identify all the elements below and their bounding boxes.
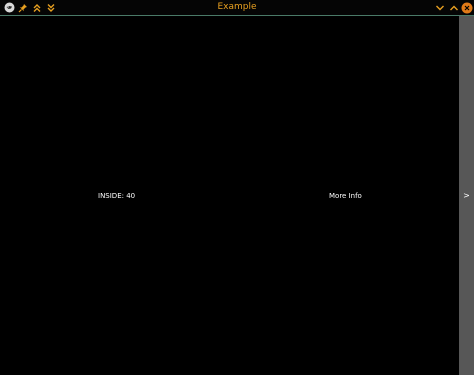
window-title: Example bbox=[217, 2, 257, 12]
title-bar[interactable]: Example bbox=[0, 0, 474, 16]
app-window: Example INSIDE: 40 More Info > bbox=[0, 0, 474, 375]
chevron-down-icon[interactable] bbox=[433, 0, 447, 15]
close-icon[interactable] bbox=[460, 0, 474, 15]
chevron-up-icon[interactable] bbox=[447, 0, 461, 15]
expand-arrow-icon[interactable]: > bbox=[463, 191, 470, 200]
inside-label: INSIDE: 40 bbox=[98, 192, 136, 200]
content-area: INSIDE: 40 More Info bbox=[0, 16, 459, 375]
side-panel-toggle[interactable]: > bbox=[459, 16, 474, 375]
more-info-label[interactable]: More Info bbox=[329, 192, 362, 200]
